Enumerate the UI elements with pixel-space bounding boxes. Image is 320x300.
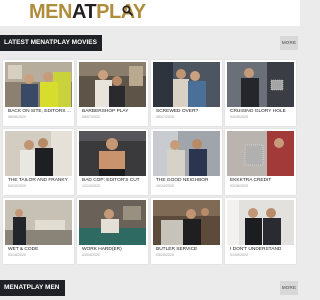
movie-title[interactable]: BARBERSHOP PLAY	[82, 108, 146, 115]
movie-title[interactable]: I DON'T UNDERSTAND	[230, 246, 294, 253]
movie-thumbnail[interactable]	[5, 62, 72, 107]
movie-card[interactable]: SCREWED OVER? 08/07/2020	[151, 60, 222, 126]
movie-card[interactable]: BARBERSHOP PLAY 08/07/2020	[77, 60, 148, 126]
movie-card[interactable]: BUTLER SERVICE 03/25/2020	[151, 198, 222, 264]
movie-thumbnail[interactable]	[79, 131, 146, 176]
movie-date: 03/26/2020	[230, 184, 248, 188]
men-section-title: MENATPLAY MEN	[0, 280, 65, 296]
movie-thumbnail[interactable]	[227, 131, 294, 176]
movie-title[interactable]: SCREWED OVER?	[156, 108, 220, 115]
movie-title[interactable]: THE TAILOR AND FRANKY	[8, 177, 72, 184]
search-icon[interactable]	[122, 5, 133, 16]
movie-card[interactable]: WET & CODE 03/18/2020	[3, 198, 74, 264]
movie-date: 08/07/2020	[82, 115, 100, 119]
logo-at: AT	[71, 1, 97, 23]
movie-card[interactable]: THE TAILOR AND FRANKY 04/10/2020	[3, 129, 74, 195]
movie-thumbnail[interactable]	[153, 62, 220, 107]
movie-card[interactable]: EKKKTRA CREDIT 03/26/2020	[225, 129, 296, 195]
movie-date: 04/10/2020	[8, 184, 26, 188]
movie-thumbnail[interactable]	[5, 200, 72, 245]
movie-title[interactable]: WET & CODE	[8, 246, 72, 253]
movie-card[interactable]: BACK ON SITE, EDITORS ... 08/06/2020	[3, 60, 74, 126]
site-header: MENATPLAY	[0, 0, 300, 26]
logo-play: PLAY	[96, 1, 146, 23]
latest-movies-section-header: LATEST MENATPLAY MOVIES MORE	[0, 35, 300, 51]
movie-thumbnail[interactable]	[79, 62, 146, 107]
movie-thumbnail[interactable]	[5, 131, 72, 176]
movie-card[interactable]: BAD COP: EDITOR'S CUT 12/24/2020	[77, 129, 148, 195]
latest-movies-more-button[interactable]: MORE	[280, 36, 298, 50]
movie-thumbnail[interactable]	[227, 200, 294, 245]
movie-thumbnail[interactable]	[79, 200, 146, 245]
movie-date: 08/07/2020	[156, 115, 174, 119]
movie-thumbnail[interactable]	[153, 131, 220, 176]
movie-date: 04/28/2020	[230, 115, 248, 119]
movie-card[interactable]: CRUISING GLORY HOLE 04/28/2020	[225, 60, 296, 126]
movie-card[interactable]: WORK HARD(ER) 03/04/2020	[77, 198, 148, 264]
men-section-header: MENATPLAY MEN MORE	[0, 280, 300, 296]
movie-title[interactable]: BUTLER SERVICE	[156, 246, 220, 253]
movie-date: 03/25/2020	[156, 253, 174, 257]
men-more-button[interactable]: MORE	[280, 281, 298, 295]
movie-title[interactable]: EKKKTRA CREDIT	[230, 177, 294, 184]
movie-title[interactable]: BACK ON SITE, EDITORS ...	[8, 108, 72, 115]
logo-men: MEN	[29, 1, 72, 23]
movie-title[interactable]: WORK HARD(ER)	[82, 246, 146, 253]
movie-card[interactable]: THE GOOD NEIGHBOR 10/24/2020	[151, 129, 222, 195]
movie-title[interactable]: THE GOOD NEIGHBOR	[156, 177, 220, 184]
movie-date: 10/24/2020	[156, 184, 174, 188]
latest-movies-title: LATEST MENATPLAY MOVIES	[0, 35, 102, 51]
movie-date: 01/05/2020	[230, 253, 248, 257]
movie-title[interactable]: BAD COP: EDITOR'S CUT	[82, 177, 146, 184]
movie-date: 03/04/2020	[82, 253, 100, 257]
movie-card[interactable]: I DON'T UNDERSTAND 01/05/2020	[225, 198, 296, 264]
movie-date: 08/06/2020	[8, 115, 26, 119]
movie-title[interactable]: CRUISING GLORY HOLE	[230, 108, 294, 115]
movie-date: 12/24/2020	[82, 184, 100, 188]
movie-thumbnail[interactable]	[227, 62, 294, 107]
movie-date: 03/18/2020	[8, 253, 26, 257]
movie-thumbnail[interactable]	[153, 200, 220, 245]
